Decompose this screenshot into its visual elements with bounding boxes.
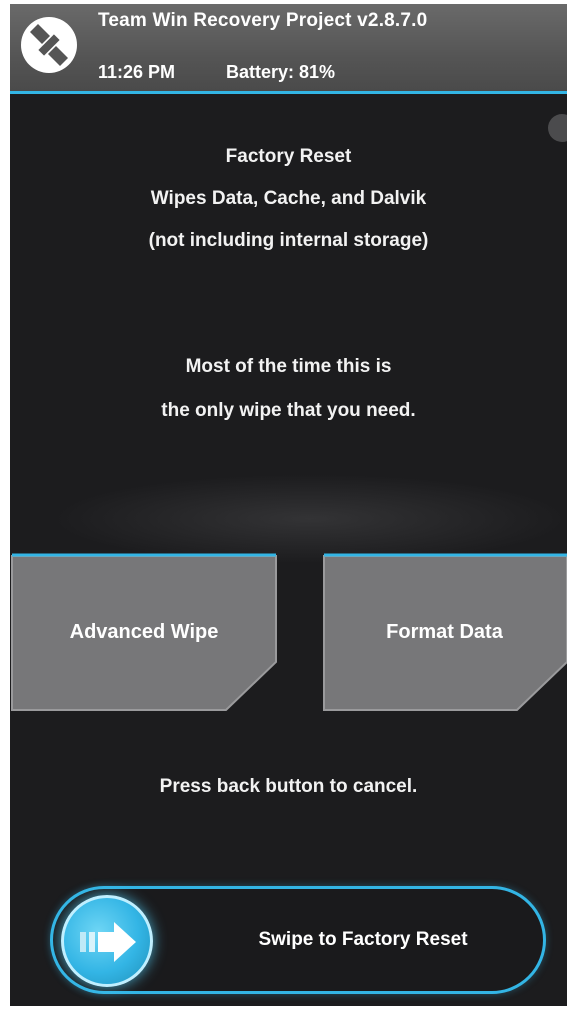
info-title: Factory Reset xyxy=(225,146,352,167)
swipe-slider[interactable]: Swipe to Factory Reset xyxy=(50,886,546,994)
arrow-right-icon xyxy=(80,922,136,962)
cancel-hint: Press back button to cancel. xyxy=(159,776,418,797)
slider-label: Swipe to Factory Reset xyxy=(258,929,468,950)
recovery-screen: Team Win Recovery Project v2.8.7.0 11:26… xyxy=(10,4,567,1006)
battery-status: Battery: 81% xyxy=(226,62,336,82)
info-description: Wipes Data, Cache, and Dalvik xyxy=(150,188,427,209)
advanced-wipe-button[interactable]: Advanced Wipe xyxy=(10,552,278,712)
twrp-logo-icon xyxy=(21,17,77,73)
scroll-indicator xyxy=(548,114,567,142)
info-hint-line1: Most of the time this is xyxy=(185,356,392,377)
app-title: Team Win Recovery Project v2.8.7.0 xyxy=(98,10,428,31)
info-note: (not including internal storage) xyxy=(148,230,429,251)
clock: 11:26 PM xyxy=(98,62,176,82)
advanced-wipe-label: Advanced Wipe xyxy=(69,620,219,643)
status-header: Team Win Recovery Project v2.8.7.0 11:26… xyxy=(10,4,567,94)
format-data-label: Format Data xyxy=(386,620,503,643)
screen-glare xyxy=(50,474,567,564)
info-hint-line2: the only wipe that you need. xyxy=(161,400,416,421)
format-data-button[interactable]: Format Data xyxy=(322,552,567,712)
slider-handle[interactable] xyxy=(61,895,153,987)
